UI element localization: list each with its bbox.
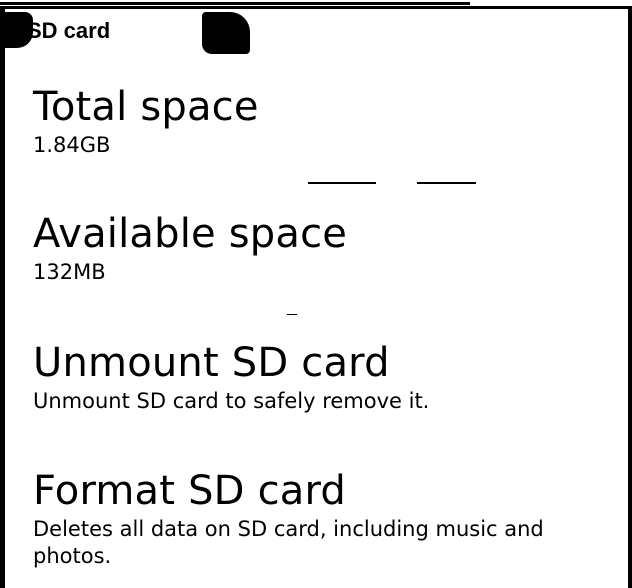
header-mark-right [202, 12, 250, 54]
unmount-sd-card-item[interactable]: Unmount SD card Unmount SD card to safel… [33, 340, 623, 415]
unmount-sd-card-summary: Unmount SD card to safely remove it. [33, 389, 430, 413]
section-title: SD card [27, 18, 111, 43]
available-space-item: Available space 132MB [33, 211, 623, 286]
format-sd-card-title: Format SD card [33, 468, 347, 514]
available-space-title: Available space [33, 211, 348, 257]
section-header: SD card [5, 12, 628, 54]
left-edge [0, 9, 5, 588]
format-sd-card-item[interactable]: Format SD card Deletes all data on SD ca… [33, 468, 623, 570]
format-sd-card-summary: Deletes all data on SD card, including m… [33, 517, 544, 568]
separator-dash [417, 182, 476, 184]
separator-dash [308, 182, 376, 184]
available-space-value: 132MB [33, 260, 106, 284]
total-space-item: Total space 1.84GB [33, 84, 623, 159]
total-space-value: 1.84GB [33, 133, 111, 157]
total-space-title: Total space [33, 84, 259, 130]
right-edge [628, 9, 632, 588]
separator-dash [287, 314, 297, 315]
top-border [0, 0, 632, 9]
settings-screen: SD card Total space 1.84GB Available spa… [0, 0, 632, 588]
unmount-sd-card-title: Unmount SD card [33, 340, 390, 386]
